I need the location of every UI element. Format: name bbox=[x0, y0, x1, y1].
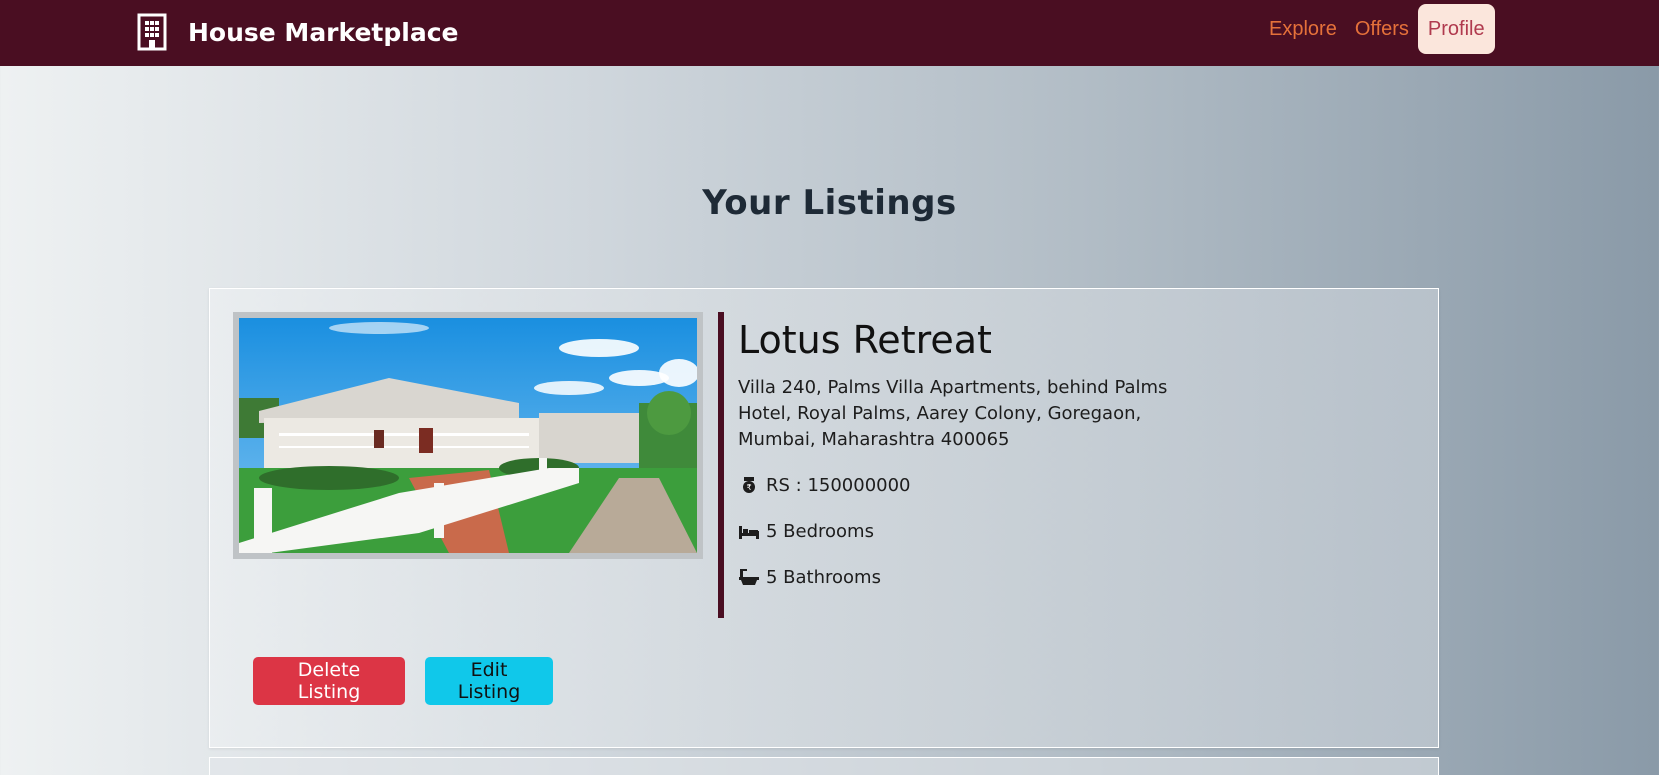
listing-divider bbox=[718, 312, 724, 618]
page-title: Your Listings bbox=[702, 183, 957, 223]
building-icon bbox=[137, 13, 167, 51]
brand[interactable]: House Marketplace bbox=[136, 12, 458, 52]
listing-bedrooms-text: 5 Bedrooms bbox=[766, 520, 874, 542]
listing-name[interactable]: Lotus Retreat bbox=[738, 317, 1338, 363]
listing-price: ₹ RS : 150000000 bbox=[738, 472, 1338, 498]
listing-price-text: RS : 150000000 bbox=[766, 474, 911, 496]
nav-offers[interactable]: Offers bbox=[1346, 4, 1418, 54]
svg-text:₹: ₹ bbox=[746, 483, 751, 492]
listing-bedrooms: 5 Bedrooms bbox=[738, 518, 1338, 544]
listing-image-frame bbox=[233, 312, 703, 559]
listing-info: Lotus Retreat Villa 240, Palms Villa Apa… bbox=[738, 317, 1338, 590]
listing-card: Lotus Retreat Villa 240, Palms Villa Apa… bbox=[209, 288, 1439, 748]
rupee-coin-icon: ₹ bbox=[743, 477, 755, 493]
nav-profile[interactable]: Profile bbox=[1417, 4, 1495, 54]
nav-explore[interactable]: Explore bbox=[1260, 4, 1346, 54]
bathtub-icon bbox=[739, 569, 759, 585]
listing-card-next bbox=[209, 757, 1439, 775]
navbar: House Marketplace Explore Offers Profile bbox=[0, 0, 1659, 66]
nav-links: Explore Offers Profile bbox=[1260, 4, 1495, 54]
edit-listing-button[interactable]: Edit Listing bbox=[425, 657, 553, 705]
brand-title: House Marketplace bbox=[188, 17, 459, 47]
bed-icon bbox=[739, 526, 759, 539]
listing-bathrooms: 5 Bathrooms bbox=[738, 564, 1338, 590]
listing-address: Villa 240, Palms Villa Apartments, behin… bbox=[738, 377, 1168, 450]
house-photo bbox=[239, 318, 697, 553]
delete-listing-button[interactable]: Delete Listing bbox=[253, 657, 405, 705]
listing-bathrooms-text: 5 Bathrooms bbox=[766, 566, 881, 588]
